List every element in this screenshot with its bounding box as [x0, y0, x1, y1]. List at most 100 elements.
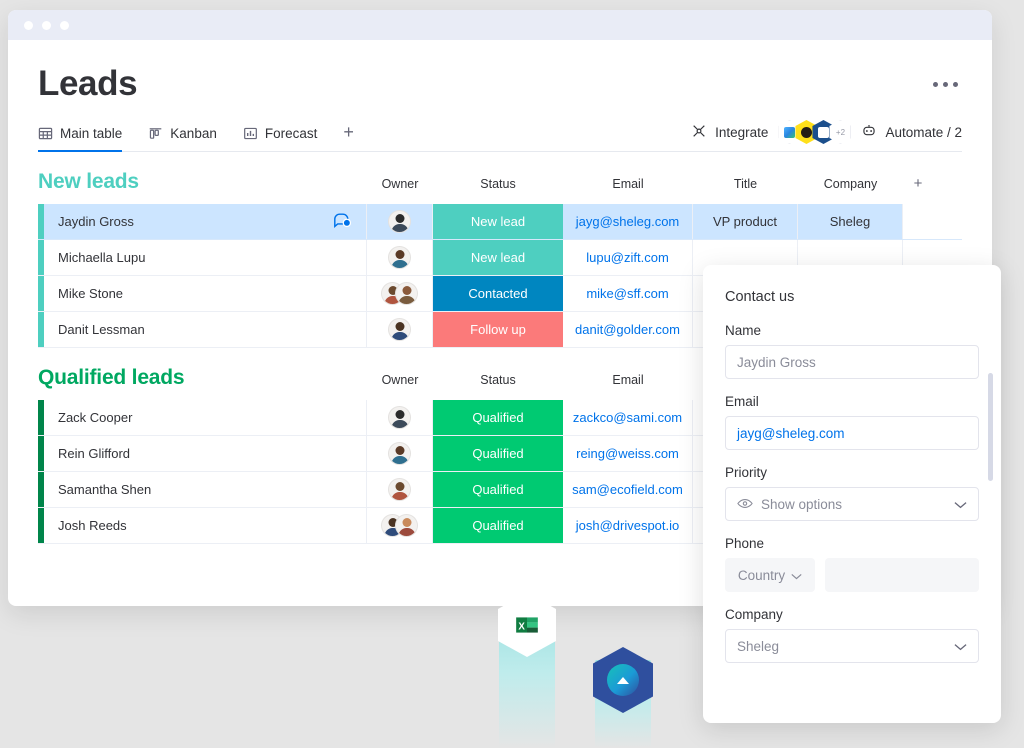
- group-title[interactable]: New leads: [38, 170, 367, 194]
- avatar-head: [402, 518, 411, 527]
- priority-value: Show options: [761, 497, 842, 512]
- contact-form-panel: Contact us Name Jaydin Gross Email jayg@…: [703, 265, 1001, 723]
- cell-email[interactable]: lupu@zift.com: [563, 240, 693, 275]
- field-name: Name Jaydin Gross: [725, 323, 979, 379]
- cell-owner[interactable]: [367, 472, 433, 507]
- cell-owner[interactable]: [367, 508, 433, 543]
- view-tabs-bar: Main table Kanban: [38, 121, 962, 152]
- chat-bubble-icon[interactable]: [332, 211, 352, 232]
- avatar[interactable]: [388, 478, 411, 501]
- avatar-group[interactable]: [381, 514, 418, 537]
- cell-owner[interactable]: [367, 312, 433, 347]
- cell-email[interactable]: sam@ecofield.com: [563, 472, 693, 507]
- integration-badges[interactable]: +2: [778, 120, 851, 144]
- avatar-head: [395, 410, 404, 419]
- automate-label: Automate / 2: [885, 125, 962, 140]
- avatar-body: [398, 296, 415, 305]
- avatar[interactable]: [388, 210, 411, 233]
- avatar[interactable]: [388, 442, 411, 465]
- window-maximize-dot[interactable]: [60, 21, 69, 30]
- cell-owner[interactable]: [367, 436, 433, 471]
- cell-email[interactable]: danit@golder.com: [563, 312, 693, 347]
- tab-forecast[interactable]: Forecast: [243, 121, 318, 151]
- cell-email[interactable]: josh@drivespot.io: [563, 508, 693, 543]
- status-badge[interactable]: Qualified: [433, 472, 563, 507]
- lead-name: Zack Cooper: [58, 410, 132, 425]
- column-header-email[interactable]: Email: [563, 177, 693, 191]
- cell-name[interactable]: Rein Glifford: [44, 436, 367, 471]
- cell-name[interactable]: Zack Cooper: [44, 400, 367, 435]
- avatar-head: [395, 446, 404, 455]
- avatar-group[interactable]: [381, 282, 418, 305]
- status-badge[interactable]: New lead: [433, 240, 563, 275]
- status-badge[interactable]: Contacted: [433, 276, 563, 311]
- kebab-menu-icon[interactable]: [933, 66, 962, 87]
- cell-owner[interactable]: [367, 400, 433, 435]
- group-header: New leadsOwnerStatusEmailTitleCompany+: [38, 170, 962, 196]
- globe-app-icon[interactable]: [593, 647, 653, 713]
- company-select[interactable]: Sheleg: [725, 629, 979, 663]
- cell-name[interactable]: Mike Stone: [44, 276, 367, 311]
- lead-name: Danit Lessman: [58, 322, 145, 337]
- column-header-status[interactable]: Status: [433, 373, 563, 387]
- lead-name: Samantha Shen: [58, 482, 151, 497]
- cell-owner[interactable]: [367, 240, 433, 275]
- email-label: Email: [725, 394, 979, 409]
- avatar[interactable]: [395, 282, 418, 305]
- cell-add[interactable]: [903, 204, 933, 239]
- avatar[interactable]: [388, 406, 411, 429]
- window-close-dot[interactable]: [24, 21, 33, 30]
- status-badge[interactable]: Qualified: [433, 508, 563, 543]
- group-title[interactable]: Qualified leads: [38, 366, 367, 390]
- cell-email[interactable]: mike@sff.com: [563, 276, 693, 311]
- table-row[interactable]: Jaydin Gross New leadjayg@sheleg.comVP pr…: [38, 204, 962, 240]
- cell-owner[interactable]: [367, 276, 433, 311]
- cell-name[interactable]: Michaella Lupu: [44, 240, 367, 275]
- field-email: Email jayg@sheleg.com: [725, 394, 979, 450]
- cell-name[interactable]: Jaydin Gross: [44, 204, 367, 239]
- name-input[interactable]: Jaydin Gross: [725, 345, 979, 379]
- column-header-email[interactable]: Email: [563, 373, 693, 387]
- cell-email[interactable]: zackco@sami.com: [563, 400, 693, 435]
- column-header-title[interactable]: Title: [693, 177, 798, 191]
- contact-form-scrollbar[interactable]: [988, 373, 993, 481]
- tab-label: Forecast: [265, 126, 318, 141]
- cell-name[interactable]: Danit Lessman: [44, 312, 367, 347]
- status-badge[interactable]: Qualified: [433, 400, 563, 435]
- kebab-dot: [943, 82, 948, 87]
- cell-email[interactable]: jayg@sheleg.com: [563, 204, 693, 239]
- add-view-button[interactable]: +: [343, 123, 354, 149]
- avatar[interactable]: [395, 514, 418, 537]
- phone-number-input[interactable]: [825, 558, 979, 592]
- table-icon: [38, 126, 53, 141]
- column-header-company[interactable]: Company: [798, 177, 903, 191]
- avatar[interactable]: [388, 246, 411, 269]
- integrate-button[interactable]: Integrate: [691, 123, 768, 142]
- tab-kanban[interactable]: Kanban: [148, 121, 217, 151]
- email-input[interactable]: jayg@sheleg.com: [725, 416, 979, 450]
- window-minimize-dot[interactable]: [42, 21, 51, 30]
- add-column-button[interactable]: +: [903, 175, 933, 192]
- phone-country-select[interactable]: Country: [725, 558, 815, 592]
- cell-email[interactable]: reing@weiss.com: [563, 436, 693, 471]
- robot-icon: [861, 123, 877, 142]
- column-header-owner[interactable]: Owner: [367, 373, 433, 387]
- cell-company[interactable]: Sheleg: [798, 204, 903, 239]
- cell-owner[interactable]: [367, 204, 433, 239]
- status-badge[interactable]: Qualified: [433, 436, 563, 471]
- excel-icon[interactable]: X: [498, 593, 556, 657]
- excel-glyph-icon: X: [514, 612, 540, 638]
- column-header-owner[interactable]: Owner: [367, 177, 433, 191]
- lead-name: Jaydin Gross: [58, 214, 134, 229]
- cell-name[interactable]: Josh Reeds: [44, 508, 367, 543]
- integration-overflow-badge[interactable]: +2: [829, 120, 851, 144]
- cell-title[interactable]: VP product: [693, 204, 798, 239]
- avatar[interactable]: [388, 318, 411, 341]
- priority-select[interactable]: Show options: [725, 487, 979, 521]
- column-header-status[interactable]: Status: [433, 177, 563, 191]
- cell-name[interactable]: Samantha Shen: [44, 472, 367, 507]
- status-badge[interactable]: Follow up: [433, 312, 563, 347]
- tab-main-table[interactable]: Main table: [38, 121, 122, 151]
- automate-button[interactable]: Automate / 2: [861, 123, 962, 142]
- status-badge[interactable]: New lead: [433, 204, 563, 239]
